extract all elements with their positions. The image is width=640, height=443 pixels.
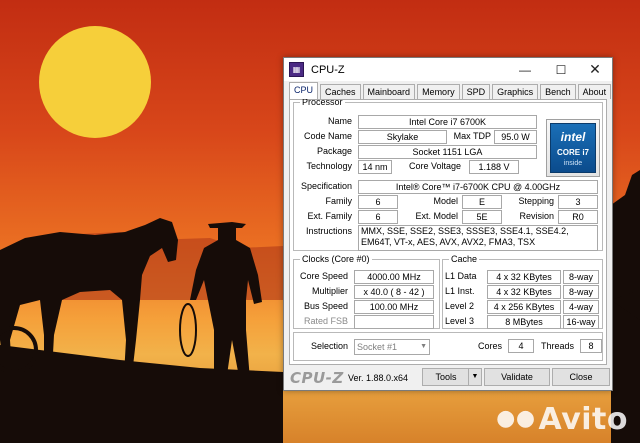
cpuz-brand-logo: CPU-Z [290,369,344,387]
busspeed-label: Bus Speed [303,301,348,311]
specification-value: Intel® Core™ i7-6700K CPU @ 4.00GHz [358,180,598,194]
processor-group: Processor Name Intel Core i7 6700K Code … [293,97,603,251]
title-bar[interactable]: ▦ CPU-Z — ☐ ✕ [284,58,612,81]
corespeed-value: 4000.00 MHz [354,270,434,284]
technology-value: 14 nm [358,160,392,174]
intel-inside-text: inside [563,160,583,167]
maximize-button[interactable]: ☐ [546,58,576,81]
avito-dots-icon: ●● [496,406,536,431]
revision-value: R0 [558,210,598,224]
selection-group: Selection Socket #1 ▼ Cores 4 Threads 8 [293,332,603,361]
cores-value: 4 [508,339,534,353]
family-value: 6 [358,195,398,209]
multiplier-value: x 40.0 ( 8 - 42 ) [354,285,434,299]
bottom-bar: CPU-Z Ver. 1.88.0.x64 Tools ▼ Validate C… [284,367,612,389]
lasso [179,303,197,357]
stepping-value: 3 [558,195,598,209]
selection-label: Selection [310,341,348,351]
close-button[interactable]: Close [552,368,610,386]
cache-level2-label: Level 2 [445,301,475,311]
chevron-down-icon: ▼ [420,343,427,350]
cpuz-window: ▦ CPU-Z — ☐ ✕ CPU Caches Mainboard Memor… [283,57,613,391]
socket-select[interactable]: Socket #1 ▼ [354,339,430,355]
close-window-button[interactable]: ✕ [580,58,610,81]
cpu-tab-panel: Processor Name Intel Core i7 6700K Code … [289,97,607,365]
tools-dropdown-icon[interactable]: ▼ [468,369,481,385]
extfamily-value: 6 [358,210,398,224]
maxtdp-label: Max TDP [453,131,491,141]
avito-watermark: ●● Avito [496,402,628,437]
clocks-group: Clocks (Core #0) Core Speed 4000.00 MHz … [293,254,440,329]
tools-button[interactable]: Tools ▼ [422,368,482,386]
cache-level2-size: 4 x 256 KBytes [487,300,561,314]
name-value: Intel Core i7 6700K [358,115,537,129]
package-value: Socket 1151 LGA [358,145,537,159]
extmodel-label: Ext. Model [415,211,458,221]
minimize-button[interactable]: — [510,58,540,81]
cache-group: Cache L1 Data 4 x 32 KBytes 8-way L1 Ins… [442,254,603,329]
cache-l1data-label: L1 Data [445,271,477,281]
clocks-legend: Clocks (Core #0) [302,254,370,264]
cache-level3-label: Level 3 [445,316,475,326]
codename-value: Skylake [358,130,447,144]
stepping-label: Stepping [518,196,554,206]
sun [39,26,151,138]
cache-l1inst-size: 4 x 32 KBytes [487,285,561,299]
cache-l1inst-label: L1 Inst. [445,286,475,296]
revision-label: Revision [519,211,554,221]
model-value: E [462,195,502,209]
cache-level3-size: 8 MBytes [487,315,561,329]
technology-label: Technology [306,161,352,171]
cache-legend: Cache [451,254,478,264]
multiplier-label: Multiplier [311,286,348,296]
intel-core-i7-logo: intel CORE i7 inside [546,119,600,177]
cache-l1inst-way: 8-way [563,285,599,299]
package-label: Package [316,146,352,156]
model-label: Model [433,196,458,206]
validate-button[interactable]: Validate [484,368,550,386]
cpu-z-app-icon: ▦ [289,62,304,77]
ratedfsb-value [354,315,434,329]
maxtdp-value: 95.0 W [494,130,537,144]
corespeed-label: Core Speed [299,271,348,281]
instructions-label: Instructions [305,226,352,236]
specification-label: Specification [300,181,352,191]
corevoltage-value: 1.188 V [469,160,519,174]
family-label: Family [325,196,353,206]
instructions-value: MMX, SSE, SSE2, SSE3, SSSE3, SSE4.1, SSE… [358,225,598,251]
tab-cpu[interactable]: CPU [289,82,319,99]
intel-model-text: CORE i7 [556,148,589,157]
corevoltage-label: Core Voltage [408,161,461,171]
cache-level3-way: 16-way [563,315,599,329]
cores-label: Cores [477,341,502,351]
busspeed-value: 100.00 MHz [354,300,434,314]
threads-value: 8 [580,339,602,353]
threads-label: Threads [540,341,574,351]
version-label: Ver. 1.88.0.x64 [348,373,409,383]
codename-label: Code Name [303,131,352,141]
extmodel-value: 5E [462,210,502,224]
cache-l1data-way: 8-way [563,270,599,284]
cache-level2-way: 4-way [563,300,599,314]
name-label: Name [327,116,352,126]
extfamily-label: Ext. Family [307,211,352,221]
cache-l1data-size: 4 x 32 KBytes [487,270,561,284]
intel-brand-text: intel [560,130,586,144]
socket-select-value: Socket #1 [357,342,398,352]
ratedfsb-label: Rated FSB [303,316,348,326]
window-title: CPU-Z [311,63,345,76]
